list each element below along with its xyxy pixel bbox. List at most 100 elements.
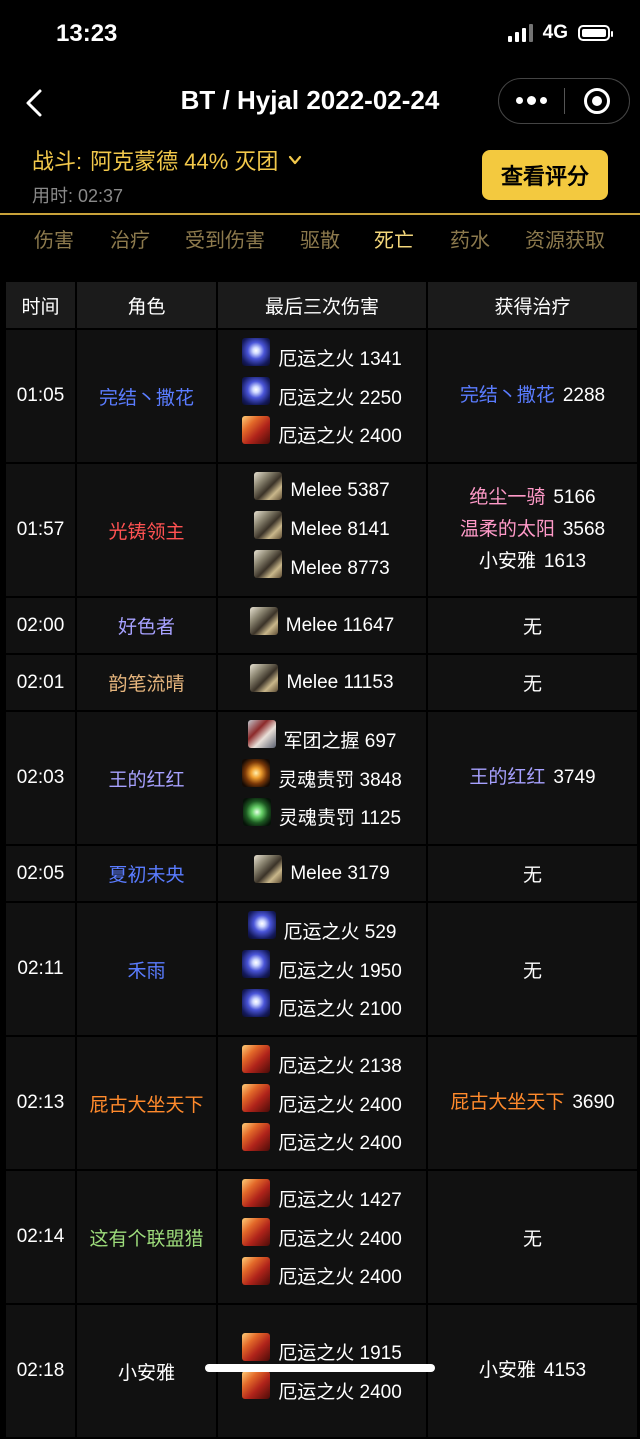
role-name[interactable]: 光铸领主 (77, 464, 216, 596)
healing-entry: 小安雅 4153 (428, 1355, 637, 1387)
damage-entry: 厄运之火 1950 (218, 950, 426, 989)
healing-amount: 3568 (562, 519, 606, 540)
role-name[interactable]: 夏初未央 (77, 846, 216, 901)
death-time: 02:18 (6, 1305, 75, 1437)
more-dots-icon (515, 97, 523, 104)
damage-text: 厄运之火 1341 (278, 348, 402, 370)
fire-icon (242, 1256, 271, 1285)
healing-amount: 3690 (572, 1092, 615, 1113)
last-hits-cell: 厄运之火 1341 厄运之火 2250 厄运之火 2400 (218, 330, 426, 462)
last-hits-cell: Melee 3179 (218, 846, 426, 901)
table-row: 02:05 夏初未央 Melee 3179 无 (6, 846, 637, 901)
table-row: 02:13 屁古大坐天下 厄运之火 2138 厄运之火 2400 厄运之火 2400 屁古… (6, 1037, 637, 1169)
tab-resources[interactable]: 资源获取 (525, 224, 605, 253)
fight-selector[interactable]: 战斗: 阿克蒙德 44% 灭团 (32, 144, 302, 176)
healing-entry: 完结丶撒花 2288 (428, 380, 637, 412)
tab-damage[interactable]: 伤害 (34, 224, 74, 253)
damage-entry: 厄运之火 2100 (218, 988, 426, 1027)
back-button[interactable] (20, 83, 50, 123)
role-name[interactable]: 完结丶撒花 (77, 330, 216, 462)
status-time: 13:23 (56, 20, 118, 47)
damage-text: Melee 11647 (285, 614, 395, 636)
damage-text: 军团之握 697 (283, 730, 397, 752)
role-name[interactable]: 禾雨 (77, 903, 216, 1035)
signal-icon (507, 24, 533, 42)
death-time: 01:05 (6, 330, 75, 462)
doom-icon (242, 338, 271, 367)
damage-text: 厄运之火 2400 (278, 426, 402, 448)
fire-icon (242, 1371, 271, 1400)
home-indicator (205, 1364, 435, 1372)
death-time: 01:57 (6, 464, 75, 596)
damage-text: 灵魂责罚 1125 (278, 808, 402, 830)
no-healing-text: 无 (522, 617, 542, 638)
damage-entry: 厄运之火 2250 (218, 377, 426, 416)
tab-healing[interactable]: 治疗 (110, 224, 150, 253)
tab-bar: 伤害 治疗 受到伤害 驱散 死亡 药水 资源获取 (0, 224, 640, 256)
divider (0, 213, 640, 215)
healing-amount: 2288 (562, 385, 606, 406)
close-miniprogram-button[interactable] (565, 88, 630, 114)
no-healing-text: 无 (522, 1228, 542, 1250)
no-healing-text: 无 (522, 865, 542, 886)
damage-entry: Melee 5387 (218, 472, 426, 511)
melee-icon (254, 511, 283, 539)
last-hits-cell: 军团之握 697 灵魂责罚 3848 灵魂责罚 1125 (218, 712, 426, 844)
role-name[interactable]: 小安雅 (77, 1305, 216, 1437)
col-header-healing: 获得治疗 (428, 282, 637, 328)
no-healing-text: 无 (522, 960, 542, 982)
healing-amount: 1613 (543, 551, 587, 572)
legion-icon (247, 720, 276, 749)
healer-name: 王的红红 (469, 767, 546, 788)
damage-text: 厄运之火 1915 (278, 1343, 402, 1365)
healing-amount: 5166 (553, 487, 596, 508)
role-name[interactable]: 韵笔流晴 (77, 655, 216, 710)
damage-text: Melee 8773 (290, 557, 390, 579)
doom-icon (242, 950, 271, 978)
damage-text: 厄运之火 2250 (278, 387, 402, 409)
healing-amount: 3749 (553, 767, 596, 788)
tab-potions[interactable]: 药水 (450, 224, 490, 253)
damage-entry: 灵魂责罚 1125 (218, 797, 426, 836)
death-time: 02:05 (6, 846, 75, 901)
healing-cell: 无 (428, 598, 637, 653)
damage-entry: Melee 8141 (218, 511, 426, 550)
damage-text: 厄运之火 1427 (278, 1189, 402, 1211)
last-hits-cell: 厄运之火 2138 厄运之火 2400 厄运之火 2400 (218, 1037, 426, 1169)
damage-text: 厄运之火 2400 (278, 1094, 402, 1116)
fire-icon (242, 1332, 271, 1361)
damage-text: 灵魂责罚 3848 (278, 769, 402, 791)
fight-boss: 阿克蒙德 44% 灭团 (90, 149, 279, 174)
healer-name: 温柔的太阳 (459, 519, 555, 540)
damage-text: 厄运之火 2400 (278, 1133, 402, 1155)
tab-damage-taken[interactable]: 受到伤害 (185, 224, 265, 253)
damage-text: 厄运之火 2400 (278, 1228, 402, 1250)
damage-entry: 厄运之火 2138 (218, 1045, 426, 1084)
tab-dispel[interactable]: 驱散 (300, 224, 340, 253)
doom-icon (242, 377, 271, 405)
no-healing-text: 无 (522, 674, 542, 695)
healer-name: 小安雅 (478, 551, 536, 572)
healing-cell: 小安雅 4153 (428, 1305, 637, 1437)
healer-name: 屁古大坐天下 (450, 1092, 565, 1113)
damage-entry: 军团之握 697 (218, 720, 426, 759)
table-row: 01:05 完结丶撒花 厄运之火 1341 厄运之火 2250 厄运之火 2400 完结丶… (6, 330, 637, 462)
damage-text: 厄运之火 2138 (278, 1055, 402, 1077)
damage-text: Melee 5387 (290, 480, 390, 502)
healing-entry: 小安雅 1613 (428, 546, 637, 578)
tab-deaths[interactable]: 死亡 (374, 224, 414, 253)
role-name[interactable]: 屁古大坐天下 (77, 1037, 216, 1169)
damage-text: Melee 8141 (290, 519, 390, 540)
healing-entry: 屁古大坐天下 3690 (428, 1087, 637, 1119)
view-rating-button[interactable]: 查看评分 (482, 150, 608, 200)
damage-entry: 灵魂责罚 3848 (218, 759, 426, 798)
more-button[interactable] (499, 96, 564, 105)
damage-entry: 厄运之火 529 (218, 911, 426, 950)
role-name[interactable]: 王的红红 (77, 712, 216, 844)
damage-entry: 厄运之火 2400 (218, 1122, 426, 1161)
death-time: 02:11 (6, 903, 75, 1035)
role-name[interactable]: 好色者 (77, 598, 216, 653)
healing-cell: 无 (428, 903, 637, 1035)
damage-entry: 厄运之火 2400 (218, 1371, 426, 1410)
role-name[interactable]: 这有个联盟猎 (77, 1171, 216, 1303)
